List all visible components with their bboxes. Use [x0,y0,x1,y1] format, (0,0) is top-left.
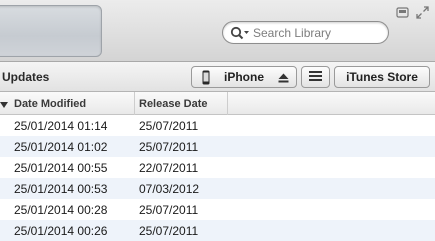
table-row[interactable]: 25/01/2014 00:55 22/07/2011 [0,157,435,178]
column-label: Date Modified [14,97,87,110]
cell-date-modified: 25/01/2014 00:28 [14,203,108,217]
cell-date-modified: 25/01/2014 01:02 [14,140,108,154]
iphone-icon [202,70,210,85]
cell-release-date: 25/07/2011 [139,140,199,154]
device-name: iPhone [224,70,265,84]
column-date-modified[interactable]: Date Modified [0,92,135,115]
cell-release-date: 07/03/2012 [139,182,200,196]
table-body: 25/01/2014 01:14 25/07/2011 25/01/2014 0… [0,115,435,241]
fullscreen-icon[interactable] [416,6,429,19]
cell-date-modified: 25/01/2014 00:26 [14,224,108,238]
view-title: Updates [2,70,50,84]
itunes-store-button[interactable]: iTunes Store [334,66,430,88]
menu-icon [309,70,322,84]
sort-arrow-icon [0,100,8,108]
cell-release-date: 25/07/2011 [139,119,199,133]
eject-icon[interactable] [278,72,289,83]
cell-date-modified: 25/01/2014 01:14 [14,119,108,133]
iphone-device-button[interactable]: iPhone [191,66,297,88]
lcd-display[interactable] [0,5,102,57]
cell-release-date: 22/07/2011 [139,161,199,175]
table-row[interactable]: 25/01/2014 00:53 07/03/2012 [0,178,435,199]
miniplayer-icon[interactable] [396,6,409,19]
table-row[interactable]: 25/01/2014 01:14 25/07/2011 [0,115,435,136]
title-bar [0,0,435,62]
table-header: Date Modified Release Date [0,92,435,115]
table-row[interactable]: 25/01/2014 01:02 25/07/2011 [0,136,435,157]
table-row[interactable]: 25/01/2014 00:28 25/07/2011 [0,199,435,220]
cell-release-date: 25/07/2011 [139,224,199,238]
search-field[interactable] [222,21,389,44]
cell-release-date: 25/07/2011 [139,203,199,217]
table-row[interactable]: 25/01/2014 00:26 25/07/2011 [0,220,435,241]
cell-date-modified: 25/01/2014 00:55 [14,161,108,175]
menu-button[interactable] [301,66,330,88]
search-input[interactable] [253,25,383,40]
cell-date-modified: 25/01/2014 00:53 [14,182,108,196]
column-label: Release Date [139,97,208,110]
toolbar: Updates iPhone iTunes Store [0,62,435,92]
search-icon[interactable] [230,26,250,40]
column-release-date[interactable]: Release Date [135,92,228,115]
